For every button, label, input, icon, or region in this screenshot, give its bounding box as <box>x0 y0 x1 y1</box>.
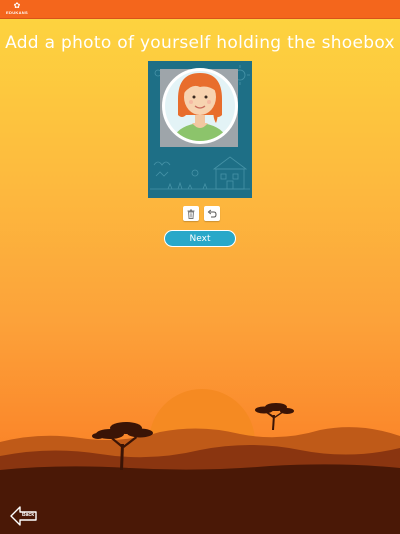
photo-tools <box>183 206 220 221</box>
undo-button[interactable] <box>204 206 220 221</box>
photo-placeholder-illustration <box>150 65 250 190</box>
photo-upload-area[interactable] <box>148 61 252 198</box>
back-button[interactable]: Back <box>9 504 39 528</box>
acacia-tree-right <box>255 403 294 430</box>
logo-text: EDUKANS <box>6 10 28 15</box>
top-bar: ✿ EDUKANS <box>0 0 400 19</box>
paw-icon: ✿ <box>13 1 21 10</box>
next-button[interactable]: Next <box>164 230 236 247</box>
ground <box>0 464 400 534</box>
trash-icon <box>187 209 195 219</box>
edukans-logo: ✿ EDUKANS <box>2 0 32 18</box>
savanna-landscape <box>0 389 400 534</box>
delete-photo-button[interactable] <box>183 206 199 221</box>
undo-icon <box>207 209 217 217</box>
page-title: Add a photo of yourself holding the shoe… <box>5 33 395 53</box>
back-label: Back <box>22 512 34 518</box>
